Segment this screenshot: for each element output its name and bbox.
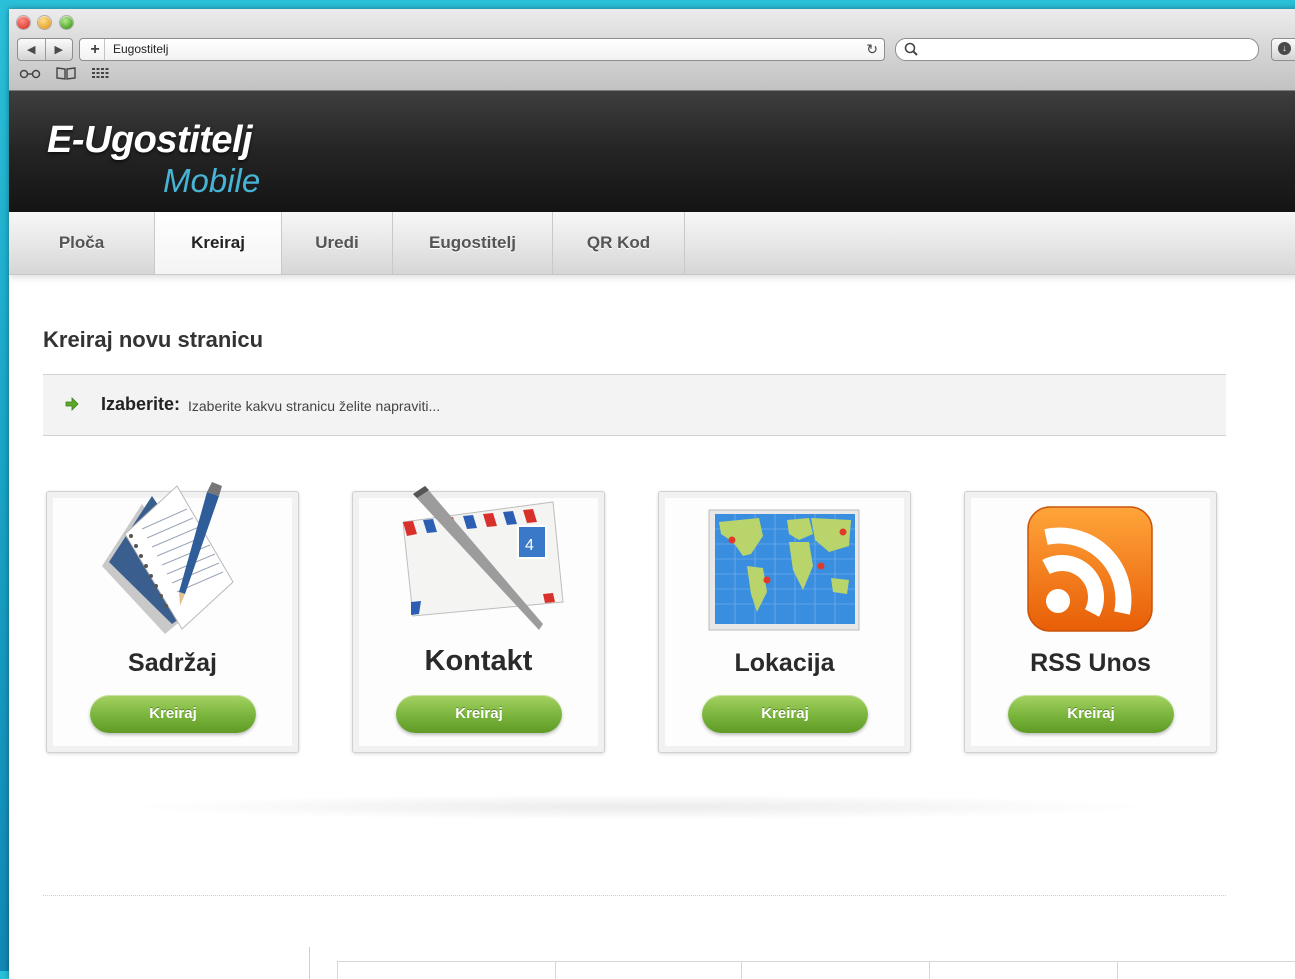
nav-item-kreiraj[interactable]: Kreiraj <box>155 212 282 274</box>
kreiraj-sadrzaj-button[interactable]: Kreiraj <box>90 695 256 733</box>
divider <box>43 895 1226 896</box>
card-sadrzaj[interactable]: Sadržaj Kreiraj <box>46 482 299 753</box>
logo-title[interactable]: E-Ugostitelj <box>47 119 253 162</box>
card-title: Sadržaj <box>128 649 217 677</box>
bookmarks-book-icon[interactable] <box>55 66 77 80</box>
nav-item-ploca[interactable]: Ploča <box>9 212 155 274</box>
reload-icon[interactable]: ↻ <box>866 39 878 60</box>
card-kontakt[interactable]: 4 Kontakt Kreiraj <box>352 486 605 753</box>
address-text[interactable]: Eugostitelj <box>113 39 168 60</box>
kreiraj-lokacija-button[interactable]: Kreiraj <box>702 695 868 733</box>
browser-toolbar: ◀ ▶ + Eugostitelj ↻ ↓ <box>9 9 1295 91</box>
notice-label: Izaberite: <box>101 394 181 414</box>
downloads-button[interactable]: ↓ <box>1271 38 1295 61</box>
kreiraj-kontakt-button[interactable]: Kreiraj <box>396 695 562 733</box>
back-button[interactable]: ◀ <box>18 39 46 60</box>
card-title: Lokacija <box>734 649 835 677</box>
bookmarks-bar <box>19 66 109 80</box>
zoom-window-button[interactable] <box>60 16 73 29</box>
nav-item-uredi[interactable]: Uredi <box>282 212 393 274</box>
world-map-icon <box>708 509 860 631</box>
address-bar[interactable]: + Eugostitelj ↻ <box>79 38 885 61</box>
search-icon <box>904 42 918 56</box>
history-buttons: ◀ ▶ <box>17 38 73 61</box>
notice-message: Izaberite kakvu stranicu želite napravit… <box>188 398 441 414</box>
nav-item-qr-kod[interactable]: QR Kod <box>553 212 685 274</box>
browser-window: ◀ ▶ + Eugostitelj ↻ ↓ E-Ugostitelj Mobil… <box>9 9 1295 979</box>
download-icon: ↓ <box>1278 42 1291 55</box>
close-window-button[interactable] <box>17 16 30 29</box>
svg-text:4: 4 <box>525 537 534 554</box>
forward-button[interactable]: ▶ <box>46 39 73 60</box>
card-title: Kontakt <box>424 645 533 677</box>
arrow-right-icon <box>65 397 79 411</box>
nav-item-eugostitelj[interactable]: Eugostitelj <box>393 212 553 274</box>
top-sites-grid-icon[interactable] <box>91 66 109 80</box>
minimize-window-button[interactable] <box>38 16 51 29</box>
footer-table <box>337 961 1295 979</box>
search-input[interactable] <box>895 38 1259 61</box>
cards-shadow <box>119 794 1159 820</box>
site-header: E-Ugostitelj Mobile <box>9 91 1295 212</box>
document-pencil-icon <box>102 482 234 634</box>
card-rss-unos[interactable]: RSS Unos Kreiraj <box>964 491 1217 753</box>
kreiraj-rss-button[interactable]: Kreiraj <box>1008 695 1174 733</box>
page-title: Kreiraj novu stranicu <box>43 327 264 352</box>
reading-list-icon[interactable] <box>19 66 41 80</box>
card-lokacija[interactable]: Lokacija Kreiraj <box>658 491 911 753</box>
rss-icon <box>1027 506 1153 632</box>
add-bookmark-button[interactable]: + <box>86 39 105 60</box>
card-title: RSS Unos <box>1030 649 1151 677</box>
main-nav: Ploča Kreiraj Uredi Eugostitelj QR Kod <box>9 212 1295 275</box>
footer-divider <box>309 947 310 979</box>
envelope-pen-icon: 4 <box>402 486 564 630</box>
info-notice: Izaberite: Izaberite kakvu stranicu želi… <box>43 374 1226 436</box>
logo-subtitle: Mobile <box>163 162 261 199</box>
